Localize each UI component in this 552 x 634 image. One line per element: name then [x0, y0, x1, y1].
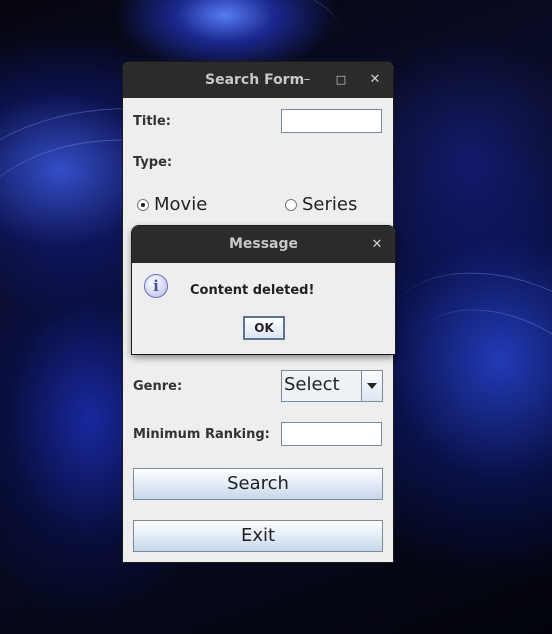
min-ranking-label: Minimum Ranking: — [133, 427, 270, 442]
genre-label: Genre: — [133, 379, 183, 394]
message-text: Content deleted! — [190, 283, 315, 298]
close-icon[interactable]: ✕ — [367, 235, 387, 255]
search-button[interactable]: Search — [133, 468, 383, 500]
radio-movie-label: Movie — [154, 194, 208, 215]
search-form-titlebar[interactable]: Search Form – □ ✕ — [123, 62, 393, 98]
exit-button[interactable]: Exit — [133, 520, 383, 552]
info-icon: i — [144, 274, 168, 298]
title-field[interactable] — [281, 109, 382, 133]
dialog-title: Message — [228, 236, 299, 252]
message-dialog: Message ✕ i Content deleted! OK — [132, 226, 395, 354]
radio-button-selected[interactable] — [137, 199, 149, 211]
min-ranking-field[interactable] — [281, 422, 382, 446]
title-label: Title: — [133, 114, 172, 129]
message-titlebar[interactable]: Message ✕ — [132, 226, 395, 263]
ok-button[interactable]: OK — [243, 316, 285, 340]
radio-movie[interactable]: Movie — [137, 194, 207, 215]
radio-series[interactable]: Series — [285, 194, 357, 215]
minimize-icon[interactable]: – — [297, 70, 317, 90]
genre-select[interactable]: Select — [281, 370, 383, 402]
genre-select-value: Select — [284, 374, 340, 395]
type-label: Type: — [133, 155, 173, 170]
window-title: Search Form — [205, 72, 305, 88]
chevron-down-icon[interactable] — [361, 371, 382, 401]
radio-series-label: Series — [302, 194, 358, 215]
close-icon[interactable]: ✕ — [365, 70, 385, 90]
maximize-icon[interactable]: □ — [331, 70, 351, 90]
radio-button[interactable] — [285, 199, 297, 211]
